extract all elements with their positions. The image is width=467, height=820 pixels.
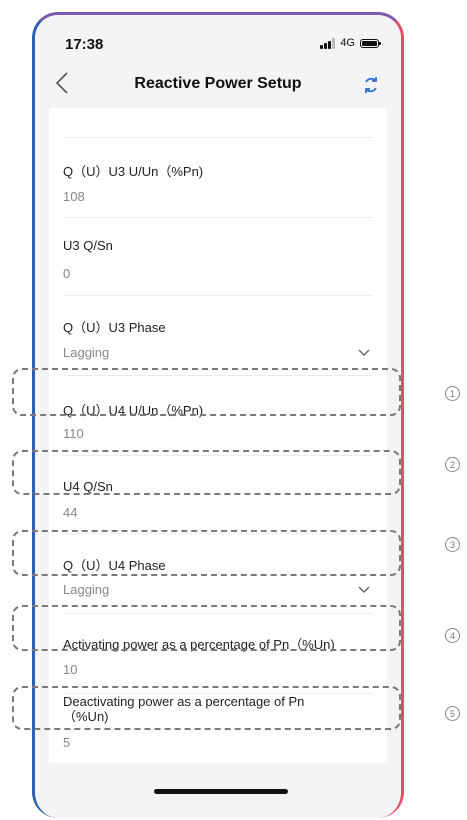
field-value: 44 xyxy=(63,505,78,520)
chevron-down-icon xyxy=(358,586,370,593)
network-type: 4G xyxy=(340,37,355,49)
field-u4-un[interactable]: Q（U）U4 U/Un（%Pn) 110 xyxy=(63,376,373,456)
field-value: 10 xyxy=(63,662,78,677)
page-title: Reactive Power Setup xyxy=(134,75,302,92)
status-icons: 4G xyxy=(320,37,381,49)
field-value: 108 xyxy=(63,189,85,204)
field-activating-power[interactable]: Activating power as a percentage of Pn（%… xyxy=(63,614,373,694)
battery-icon xyxy=(360,38,381,48)
field-label: Q（U）U3 U/Un（%Pn) xyxy=(63,164,204,179)
field-label: Q（U）U3 Phase xyxy=(63,320,166,335)
refresh-button[interactable] xyxy=(359,73,383,97)
field-label: Q（U）U4 Phase xyxy=(63,558,166,573)
field-u4-phase[interactable]: Q（U）U4 Phase Lagging xyxy=(63,534,373,614)
list-item-previous xyxy=(63,108,373,138)
field-deactivating-power[interactable]: Deactivating power as a percentage of Pn… xyxy=(63,694,373,763)
field-label: Deactivating power as a percentage of Pn… xyxy=(63,694,305,724)
marker-number-1: 1 xyxy=(445,386,460,401)
phone-frame: 17:38 4G Reactive Power Setup Q（U）U3 U/U… xyxy=(32,12,404,818)
field-value: Lagging xyxy=(63,345,110,360)
signal-icon xyxy=(320,37,336,49)
field-u3-un[interactable]: Q（U）U3 U/Un（%Pn) 108 xyxy=(63,138,373,218)
field-u4-qsn[interactable]: U4 Q/Sn 44 xyxy=(63,456,373,534)
marker-number-4: 4 xyxy=(445,628,460,643)
field-value: Lagging xyxy=(63,582,110,597)
settings-card: Q（U）U3 U/Un（%Pn) 108 U3 Q/Sn 0 Q（U）U3 Ph… xyxy=(49,108,387,763)
home-indicator xyxy=(154,789,288,794)
field-label: Activating power as a percentage of Pn（%… xyxy=(63,637,335,652)
marker-number-5: 5 xyxy=(445,706,460,721)
field-value: 5 xyxy=(63,735,71,750)
field-label: U4 Q/Sn xyxy=(63,479,113,494)
field-value: 0 xyxy=(63,266,71,281)
field-label: U3 Q/Sn xyxy=(63,238,113,253)
field-label: Q（U）U4 U/Un（%Pn) xyxy=(63,403,204,418)
nav-bar: Reactive Power Setup xyxy=(35,65,401,107)
marker-number-3: 3 xyxy=(445,537,460,552)
field-u3-qsn[interactable]: U3 Q/Sn 0 xyxy=(63,218,373,296)
marker-number-2: 2 xyxy=(445,457,460,472)
status-time: 17:38 xyxy=(65,36,104,53)
chevron-down-icon xyxy=(358,349,370,356)
field-u3-phase[interactable]: Q（U）U3 Phase Lagging xyxy=(63,296,373,376)
field-value: 110 xyxy=(63,426,84,441)
status-bar: 17:38 4G xyxy=(35,15,401,59)
refresh-icon xyxy=(365,77,377,93)
